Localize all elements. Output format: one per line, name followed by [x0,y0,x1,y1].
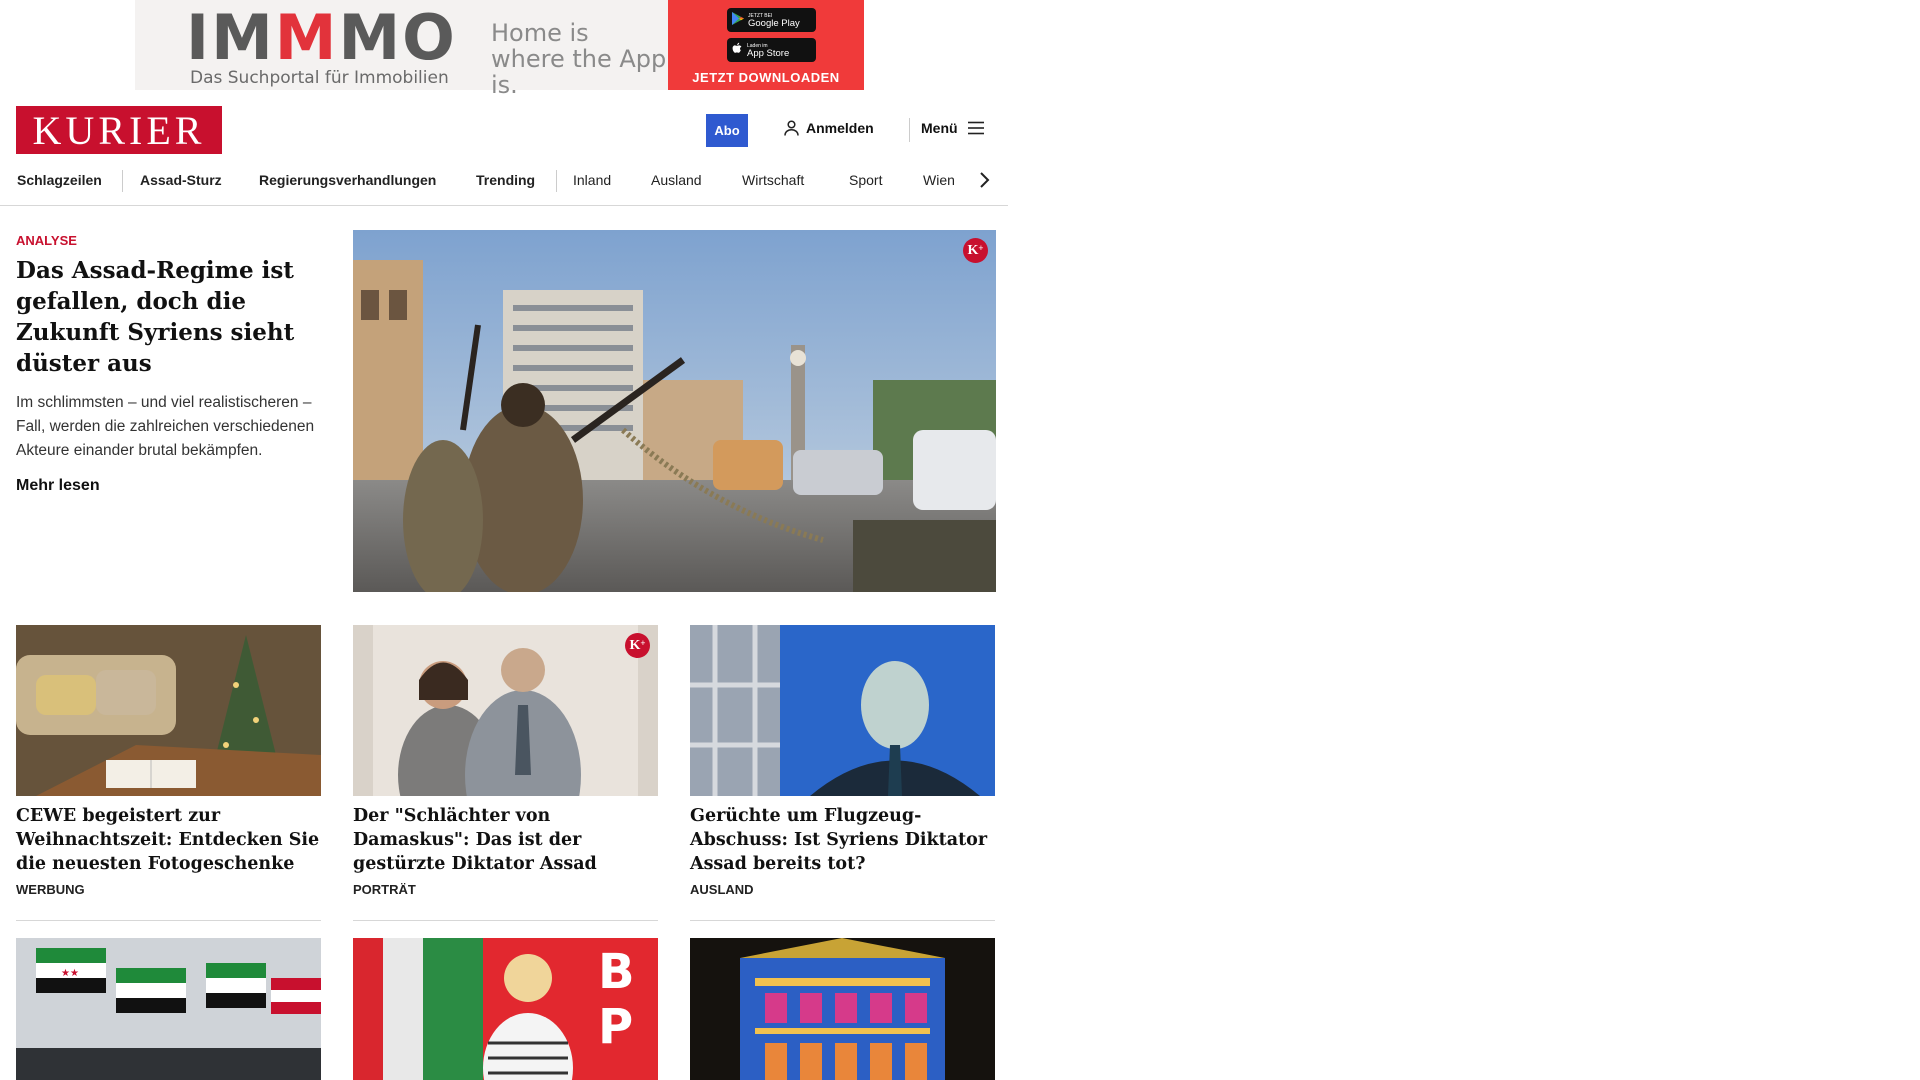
nav-item-wirtschaft[interactable]: Wirtschaft [742,172,804,188]
ad-brand: IMMMO Das Suchportal für Immobilien [135,0,475,90]
article-card[interactable]: CEWE begeistert zur Weihnachts­zeit: Ent… [16,625,321,897]
article-card[interactable]: Gerüchte um Flugzeug-Abschuss: Ist Syrie… [690,625,995,897]
lead-photo-illustration [353,230,996,592]
read-more-link[interactable]: Mehr lesen [16,477,321,495]
google-play-icon [732,12,744,28]
hamburger-icon [967,121,984,135]
card-photo[interactable] [16,625,321,796]
card-photo[interactable]: ★★ [16,938,321,1080]
nav-item-trending[interactable]: Trending [476,172,535,188]
card-divider [690,920,995,921]
svg-text:B: B [598,944,635,1000]
card-headline[interactable]: Der "Schlächter von Damaskus": Das ist d… [353,804,658,876]
lead-article[interactable]: ANALYSE Das Assad-Regime ist ge­fallen, … [16,233,321,495]
card-photo-illustration: ★★ [16,938,321,1080]
nav-item-sport[interactable]: Sport [849,172,882,188]
card-photo-illustration: B P [353,938,658,1080]
nav-item-wien[interactable]: Wien [923,172,955,188]
nav-item-schlagzeilen[interactable]: Schlagzeilen [17,172,102,188]
card-photo-illustration [353,625,658,796]
nav-separator [556,170,557,192]
nav-separator [122,170,123,192]
ad-logo: IMMMO [186,1,457,74]
header-divider [909,118,910,142]
user-icon [784,120,799,136]
premium-badge-icon: K + [963,238,988,263]
premium-badge-icon: K + [625,633,650,658]
card-category: AUSLAND [690,882,754,897]
abo-button[interactable]: Abo [706,114,748,147]
card-photo-illustration [690,938,995,1080]
card-headline[interactable]: Gerüchte um Flugzeug-Abschuss: Ist Syrie… [690,804,995,876]
lead-teaser: Im schlimmsten – und viel realistischere… [16,394,315,459]
card-photo[interactable]: B P [353,938,658,1080]
ad-banner[interactable]: IMMMO Das Suchportal für Immobilien Home… [135,0,864,99]
card-photo[interactable] [690,625,995,796]
ad-download-label[interactable]: JETZT DOWNLOADEN [668,70,864,85]
nav-item-assad-sturz[interactable]: Assad-Sturz [140,172,222,188]
kurier-logo[interactable]: KURIER [16,106,222,154]
chevron-right-icon[interactable] [977,170,991,195]
card-divider [353,920,658,921]
lead-photo[interactable]: K + [353,230,996,592]
card-headline[interactable]: CEWE begeistert zur Weihnachts­zeit: Ent… [16,804,321,876]
nav-item-regierungsverhandlungen[interactable]: Regierungsverhandlungen [259,172,436,188]
app-store-button[interactable]: Laden im App Store [727,38,816,62]
ad-tagline: Das Suchportal für Immobilien [190,68,449,88]
card-photo[interactable]: K + [353,625,658,796]
svg-text:P: P [598,999,633,1055]
apple-icon [732,42,743,58]
section-nav: Schlagzeilen Assad-Sturz Regierungsverha… [0,162,1008,206]
ad-claim: Home is where the App is. [491,19,667,99]
login-button[interactable]: Anmelden [784,120,874,136]
svg-text:★★: ★★ [61,968,79,979]
card-photo-illustration [16,625,321,796]
ad-cta-panel[interactable]: JETZT BEI Google Play Laden im App Store J… [668,0,864,90]
nav-item-ausland[interactable]: Ausland [651,172,702,188]
card-category: PORTRÄT [353,882,416,897]
site-header: KURIER Abo Anmelden Menü [16,106,1000,154]
nav-item-inland[interactable]: Inland [573,172,611,188]
article-card[interactable]: K + Der "Schlächter von Damaskus": Das is… [353,625,658,897]
card-photo[interactable] [690,938,995,1080]
lead-headline[interactable]: Das Assad-Regime ist ge­fallen, doch die… [16,255,321,379]
card-category: WERBUNG [16,882,85,897]
card-photo-illustration [690,625,995,796]
card-divider [16,920,321,921]
menu-label: Menü [921,120,958,136]
login-label: Anmelden [806,120,874,136]
google-play-button[interactable]: JETZT BEI Google Play [727,8,816,32]
menu-button[interactable]: Menü [921,120,984,136]
lead-kicker: ANALYSE [16,233,77,248]
